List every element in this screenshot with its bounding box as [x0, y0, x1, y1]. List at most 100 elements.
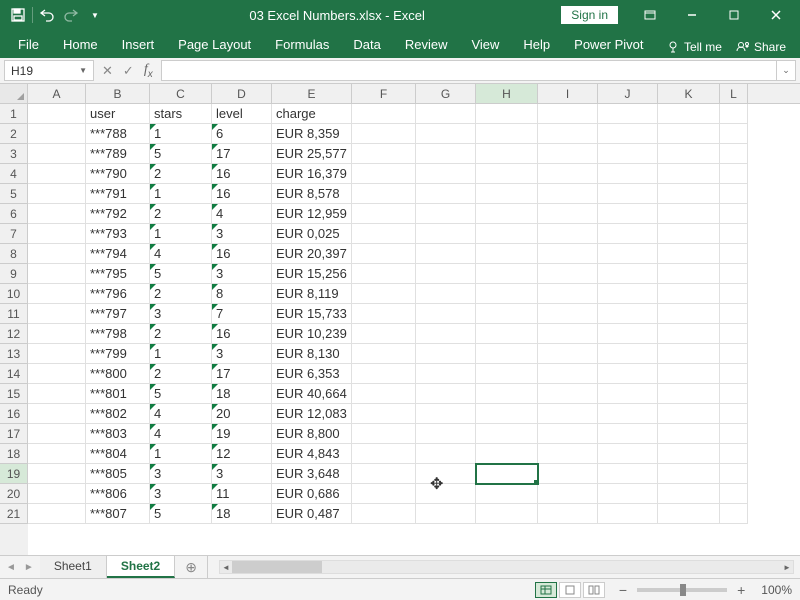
cell-E21[interactable]: EUR 0,487: [272, 504, 352, 524]
cell-D7[interactable]: 3: [212, 224, 272, 244]
cell-K11[interactable]: [658, 304, 720, 324]
cell-C6[interactable]: 2: [150, 204, 212, 224]
cell-D8[interactable]: 16: [212, 244, 272, 264]
cell-J6[interactable]: [598, 204, 658, 224]
col-header-L[interactable]: L: [720, 84, 748, 103]
row-header-20[interactable]: 20: [0, 484, 28, 504]
hscroll-thumb[interactable]: [232, 561, 322, 573]
cell-E18[interactable]: EUR 4,843: [272, 444, 352, 464]
cell-D18[interactable]: 12: [212, 444, 272, 464]
cell-L17[interactable]: [720, 424, 748, 444]
cell-A4[interactable]: [28, 164, 86, 184]
cell-B7[interactable]: ***793: [86, 224, 150, 244]
cell-H13[interactable]: [476, 344, 538, 364]
cell-B14[interactable]: ***800: [86, 364, 150, 384]
cell-A11[interactable]: [28, 304, 86, 324]
cell-B20[interactable]: ***806: [86, 484, 150, 504]
cell-K9[interactable]: [658, 264, 720, 284]
col-header-D[interactable]: D: [212, 84, 272, 103]
cell-C21[interactable]: 5: [150, 504, 212, 524]
cell-I7[interactable]: [538, 224, 598, 244]
cell-C7[interactable]: 1: [150, 224, 212, 244]
cell-F19[interactable]: [352, 464, 416, 484]
cell-C9[interactable]: 5: [150, 264, 212, 284]
cell-B2[interactable]: ***788: [86, 124, 150, 144]
row-header-6[interactable]: 6: [0, 204, 28, 224]
cell-H8[interactable]: [476, 244, 538, 264]
row-header-12[interactable]: 12: [0, 324, 28, 344]
cell-L6[interactable]: [720, 204, 748, 224]
cell-F4[interactable]: [352, 164, 416, 184]
row-header-5[interactable]: 5: [0, 184, 28, 204]
cell-A19[interactable]: [28, 464, 86, 484]
cell-J3[interactable]: [598, 144, 658, 164]
cell-D13[interactable]: 3: [212, 344, 272, 364]
cell-A13[interactable]: [28, 344, 86, 364]
cell-E3[interactable]: EUR 25,577: [272, 144, 352, 164]
cell-H15[interactable]: [476, 384, 538, 404]
cell-I10[interactable]: [538, 284, 598, 304]
cell-I16[interactable]: [538, 404, 598, 424]
tab-data[interactable]: Data: [341, 33, 392, 58]
page-layout-view-icon[interactable]: [559, 582, 581, 598]
sheet-tab-sheet2[interactable]: Sheet2: [107, 556, 175, 578]
cell-G12[interactable]: [416, 324, 476, 344]
cell-J15[interactable]: [598, 384, 658, 404]
sheet-prev-icon[interactable]: ◄: [6, 562, 16, 573]
cell-L21[interactable]: [720, 504, 748, 524]
cell-G20[interactable]: [416, 484, 476, 504]
col-header-H[interactable]: H: [476, 84, 538, 103]
undo-icon[interactable]: [37, 5, 57, 25]
cell-H14[interactable]: [476, 364, 538, 384]
cell-F17[interactable]: [352, 424, 416, 444]
cell-G18[interactable]: [416, 444, 476, 464]
cell-B15[interactable]: ***801: [86, 384, 150, 404]
cell-L20[interactable]: [720, 484, 748, 504]
cell-I14[interactable]: [538, 364, 598, 384]
cell-G11[interactable]: [416, 304, 476, 324]
cell-L10[interactable]: [720, 284, 748, 304]
cell-E10[interactable]: EUR 8,119: [272, 284, 352, 304]
zoom-in-icon[interactable]: +: [733, 582, 749, 598]
row-header-7[interactable]: 7: [0, 224, 28, 244]
cell-I2[interactable]: [538, 124, 598, 144]
cell-J14[interactable]: [598, 364, 658, 384]
cell-J1[interactable]: [598, 104, 658, 124]
cell-D17[interactable]: 19: [212, 424, 272, 444]
cell-D14[interactable]: 17: [212, 364, 272, 384]
cell-K21[interactable]: [658, 504, 720, 524]
cell-K8[interactable]: [658, 244, 720, 264]
tab-view[interactable]: View: [459, 33, 511, 58]
cell-G8[interactable]: [416, 244, 476, 264]
cell-C5[interactable]: 1: [150, 184, 212, 204]
cell-I11[interactable]: [538, 304, 598, 324]
cell-E2[interactable]: EUR 8,359: [272, 124, 352, 144]
cell-F18[interactable]: [352, 444, 416, 464]
tab-home[interactable]: Home: [51, 33, 110, 58]
cell-D21[interactable]: 18: [212, 504, 272, 524]
cell-C14[interactable]: 2: [150, 364, 212, 384]
cell-G5[interactable]: [416, 184, 476, 204]
cell-D12[interactable]: 16: [212, 324, 272, 344]
cell-G9[interactable]: [416, 264, 476, 284]
cell-J12[interactable]: [598, 324, 658, 344]
maximize-icon[interactable]: [714, 0, 754, 30]
row-header-16[interactable]: 16: [0, 404, 28, 424]
cell-L1[interactable]: [720, 104, 748, 124]
cell-J16[interactable]: [598, 404, 658, 424]
cell-E16[interactable]: EUR 12,083: [272, 404, 352, 424]
cell-F21[interactable]: [352, 504, 416, 524]
cell-D15[interactable]: 18: [212, 384, 272, 404]
row-header-8[interactable]: 8: [0, 244, 28, 264]
cell-L14[interactable]: [720, 364, 748, 384]
cell-J7[interactable]: [598, 224, 658, 244]
cell-I9[interactable]: [538, 264, 598, 284]
formula-input[interactable]: [161, 60, 776, 81]
cell-H21[interactable]: [476, 504, 538, 524]
cell-H19[interactable]: [476, 464, 538, 484]
row-header-14[interactable]: 14: [0, 364, 28, 384]
tab-review[interactable]: Review: [393, 33, 460, 58]
page-break-view-icon[interactable]: [583, 582, 605, 598]
cell-K2[interactable]: [658, 124, 720, 144]
cell-C1[interactable]: stars: [150, 104, 212, 124]
